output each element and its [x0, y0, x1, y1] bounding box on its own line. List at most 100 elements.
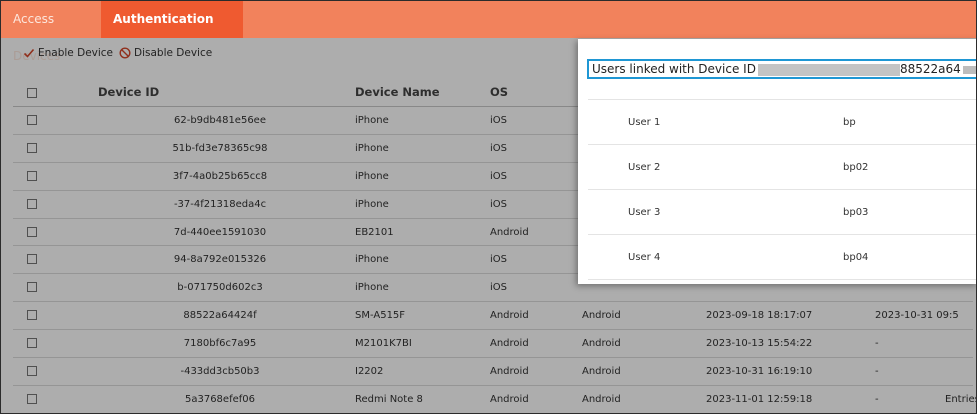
cell-device-name: iPhone	[354, 190, 489, 219]
entries-label: Entries	[945, 394, 977, 405]
select-all-cell	[13, 78, 86, 107]
cell-os-name: Android	[581, 385, 705, 413]
row-select-cell	[13, 245, 86, 275]
cell-device-id: 7d-440ee1591030	[86, 218, 354, 247]
cell-timestamp-1: 2023-09-18 18:17:07	[705, 301, 874, 331]
row-checkbox[interactable]	[27, 226, 37, 237]
dialog-title-device-id: 88522a64	[899, 62, 961, 76]
cell-device-id: 62-b9db481e56ee	[86, 106, 354, 135]
row-select-cell	[13, 134, 86, 163]
cell-os-name: Android	[581, 357, 705, 386]
cell-os: iOS	[489, 134, 581, 163]
user-id: bp04	[843, 252, 869, 263]
linked-users-list: User 1 bp User 2 bp02 User 3 bp03 User 4…	[588, 99, 976, 280]
cell-device-id: 5a3768efef06	[86, 385, 354, 413]
row-checkbox[interactable]	[27, 393, 37, 404]
row-checkbox[interactable]	[27, 310, 37, 321]
user-id: bp02	[843, 162, 869, 173]
cell-timestamp-2: -	[874, 357, 973, 386]
cell-os: Android	[489, 329, 581, 359]
cell-device-name: iPhone	[354, 273, 489, 303]
row-select-cell	[13, 162, 86, 191]
tab-bar: Access Devices Authentication Devices	[1, 1, 976, 63]
list-item[interactable]: User 4 bp04	[588, 235, 976, 280]
cell-timestamp-2: 2023-10-31 09:5	[874, 301, 973, 331]
tab-access-devices[interactable]: Access Devices	[1, 1, 101, 63]
cell-device-id: -433dd3cb50b3	[86, 357, 354, 386]
enable-device-label: Enable Device	[38, 47, 114, 59]
cell-os-name: Android	[581, 301, 705, 331]
row-checkbox[interactable]	[27, 170, 37, 181]
dialog-title-prefix: Users linked with Device ID	[592, 62, 756, 76]
app-window: Access Devices Authentication Devices En…	[0, 0, 977, 414]
cell-device-name: iPhone	[354, 106, 489, 135]
table-row[interactable]: 5a3768efef06 Redmi Note 8 Android Androi…	[13, 385, 973, 413]
disable-device-button[interactable]: Disable Device	[119, 47, 212, 59]
table-row[interactable]: 88522a64424f SM-A515F Android Android 20…	[13, 301, 973, 331]
cell-timestamp-1: 2023-11-01 12:59:18	[705, 385, 874, 413]
cell-device-name: M2101K7BI	[354, 329, 489, 359]
list-item[interactable]: User 2 bp02	[588, 145, 976, 190]
row-select-cell	[13, 106, 86, 135]
row-checkbox[interactable]	[27, 114, 37, 125]
row-select-cell	[13, 273, 86, 303]
table-row[interactable]: -433dd3cb50b3 I2202 Android Android 2023…	[13, 357, 973, 386]
row-select-cell	[13, 357, 86, 386]
row-checkbox[interactable]	[27, 142, 37, 153]
cell-device-id: 94-8a792e015326	[86, 245, 354, 275]
tab-authentication-devices[interactable]: Authentication Devices	[101, 1, 243, 63]
row-checkbox[interactable]	[27, 338, 37, 349]
select-all-checkbox[interactable]	[27, 87, 37, 98]
checkmark-icon	[23, 48, 35, 58]
header-os[interactable]: OS	[489, 78, 581, 107]
dialog-title: Users linked with Device ID 88522a64	[587, 59, 976, 79]
row-select-cell	[13, 329, 86, 359]
cell-device-name: iPhone	[354, 245, 489, 275]
cell-device-name: I2202	[354, 357, 489, 386]
header-device-id[interactable]: Device ID	[86, 78, 354, 107]
user-name: User 3	[628, 207, 661, 218]
header-device-name[interactable]: Device Name	[354, 78, 489, 107]
user-name: User 1	[628, 117, 661, 128]
cell-device-name: iPhone	[354, 134, 489, 163]
row-select-cell	[13, 190, 86, 219]
cell-device-id: 3f7-4a0b25b65cc8	[86, 162, 354, 191]
user-name: User 4	[628, 252, 661, 263]
cell-os: iOS	[489, 273, 581, 303]
cell-device-id: b-071750d602c3	[86, 273, 354, 303]
row-checkbox[interactable]	[27, 254, 37, 265]
cell-os-name: Android	[581, 329, 705, 359]
cell-os: Android	[489, 385, 581, 413]
cell-timestamp-2: -	[874, 329, 973, 359]
redacted-block	[962, 65, 976, 74]
row-select-cell	[13, 385, 86, 413]
cell-os: Android	[489, 301, 581, 331]
cell-device-name: Redmi Note 8	[354, 385, 489, 413]
row-checkbox[interactable]	[27, 198, 37, 209]
cell-os: Android	[489, 218, 581, 247]
cell-device-id: 7180bf6c7a95	[86, 329, 354, 359]
cell-device-name: iPhone	[354, 162, 489, 191]
cell-device-name: SM-A515F	[354, 301, 489, 331]
cell-os: iOS	[489, 162, 581, 191]
cell-timestamp-1: 2023-10-31 16:19:10	[705, 357, 874, 386]
cell-os: Android	[489, 357, 581, 386]
list-item[interactable]: User 1 bp	[588, 100, 976, 145]
cell-os: iOS	[489, 106, 581, 135]
prohibited-icon	[119, 47, 131, 59]
user-name: User 2	[628, 162, 661, 173]
linked-users-dialog: Users linked with Device ID 88522a64 User…	[578, 39, 976, 284]
table-row[interactable]: 7180bf6c7a95 M2101K7BI Android Android 2…	[13, 329, 973, 359]
list-item[interactable]: User 3 bp03	[588, 190, 976, 235]
cell-device-id: 51b-fd3e78365c98	[86, 134, 354, 163]
user-id: bp	[843, 117, 856, 128]
row-checkbox[interactable]	[27, 282, 37, 293]
cell-device-id: -37-4f21318eda4c	[86, 190, 354, 219]
row-checkbox[interactable]	[27, 365, 37, 376]
disable-device-label: Disable Device	[134, 47, 213, 59]
row-select-cell	[13, 301, 86, 331]
cell-timestamp-1: 2023-10-13 15:54:22	[705, 329, 874, 359]
enable-device-button[interactable]: Enable Device	[23, 47, 113, 59]
user-id: bp03	[843, 207, 869, 218]
cell-device-name: EB2101	[354, 218, 489, 247]
